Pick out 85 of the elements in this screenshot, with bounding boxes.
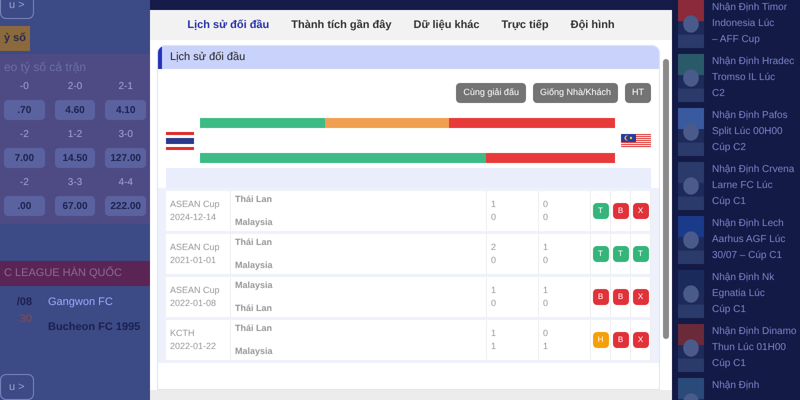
score-cell: 1 1	[487, 320, 539, 360]
news-title[interactable]: Nhận Định Timor	[712, 0, 788, 16]
score-label: 4-4	[117, 176, 134, 190]
home-team[interactable]: Gangwon FC	[48, 294, 140, 311]
score-label: -2	[18, 176, 30, 190]
news-title[interactable]: Nhận Định Pafos	[712, 108, 788, 124]
tab[interactable]: Thành tích gần đây	[291, 16, 392, 34]
score-cell: 1 0	[487, 191, 539, 231]
result-badge: T	[592, 203, 608, 219]
teams-cell: Thái Lan Malaysia	[231, 320, 487, 360]
filter-button[interactable]: Giống Nhà/Khách	[532, 83, 618, 103]
section-header: Lịch sử đối đầu	[158, 46, 659, 69]
score-cell: 0 0	[539, 191, 591, 231]
news-title[interactable]: Tromso IL Lúc	[712, 70, 794, 86]
news-title[interactable]: – AFF Cup	[712, 32, 788, 48]
news-title[interactable]: Cúp C1	[712, 194, 794, 210]
odds-button[interactable]: 7.00	[4, 148, 45, 168]
score-label: 3-3	[66, 176, 84, 190]
tab[interactable]: Dữ liệu khác	[414, 16, 480, 34]
result-badge: B	[592, 289, 608, 305]
result-badge: X	[632, 332, 648, 348]
result-badge: T	[592, 246, 608, 262]
filter-button[interactable]: HT	[625, 83, 651, 103]
match-info-cell: ASEAN Cup 2024-12-14	[166, 191, 231, 231]
odds-button[interactable]: 67.00	[54, 196, 96, 216]
teams-cell: Thái Lan Malaysia	[231, 191, 487, 231]
news-title[interactable]: Cúp C1	[712, 302, 774, 318]
result-badge: T	[632, 246, 648, 262]
match-info-cell: ASEAN Cup 2022-01-08	[166, 277, 231, 317]
news-title[interactable]: Indonesia Lúc	[712, 16, 788, 32]
odds-button[interactable]: 222.00	[105, 196, 146, 216]
filter-button[interactable]: Cùng giải đấu	[456, 83, 526, 103]
odds-button[interactable]: 4.60	[54, 100, 96, 120]
news-title[interactable]: Cúp C1	[712, 356, 796, 372]
odds-button[interactable]: 14.50	[54, 148, 96, 168]
match-info-cell: ASEAN Cup 2021-01-01	[166, 234, 231, 274]
news-title[interactable]: Nhận Định Crvena	[712, 162, 794, 178]
result-badge: B	[612, 289, 628, 305]
more-button[interactable]: u >	[0, 374, 34, 400]
tab[interactable]: Trực tiếp	[502, 16, 549, 34]
news-title[interactable]: Larne FC Lúc	[712, 178, 794, 194]
thailand-flag-icon	[166, 132, 194, 150]
teams-cell: Thái Lan Malaysia	[231, 234, 487, 274]
news-title[interactable]: Nhận Định Lech	[712, 216, 786, 232]
score-cell: 2 0	[487, 234, 539, 274]
odds-button[interactable]: 127.00	[105, 148, 146, 168]
news-title[interactable]: Split Lúc 00H00	[712, 124, 788, 140]
score-cell: 1 0	[539, 277, 591, 317]
result-badge: B	[612, 203, 628, 219]
result-badge: X	[632, 203, 648, 219]
news-title[interactable]: 30/07 – Cúp C1	[712, 248, 786, 264]
match-info-cell: KCTH 2022-01-22	[166, 320, 231, 360]
news-title[interactable]: C2	[712, 86, 794, 102]
result-badge: H	[592, 332, 608, 348]
score-label: 3-0	[117, 128, 134, 142]
score-cell: 1 0	[539, 234, 591, 274]
news-title[interactable]: Nhận Định Hradec	[712, 54, 794, 70]
news-title[interactable]: Cúp C2	[712, 140, 788, 156]
score-label: -0	[18, 80, 30, 94]
news-title[interactable]: Thun Lúc 01H00	[712, 340, 796, 356]
result-badge: B	[612, 332, 628, 348]
score-label: 2-1	[117, 80, 134, 94]
score-label: 1-2	[66, 128, 84, 142]
odds-button[interactable]: 4.10	[105, 100, 146, 120]
teams-cell: Malaysia Thái Lan	[231, 277, 487, 317]
tab[interactable]: Lịch sử đối đầu	[187, 16, 270, 34]
match-time: 30	[20, 312, 32, 327]
odds-button[interactable]: .00	[4, 196, 45, 216]
news-title[interactable]: Nhận Định Dinamo	[712, 324, 796, 340]
odds-button[interactable]: .70	[4, 100, 45, 120]
score-tab[interactable]: ỷ số	[0, 26, 30, 51]
news-title[interactable]: Nhận Định	[712, 378, 760, 394]
league-bar: C LEAGUE HÀN QUỐC	[0, 260, 150, 286]
score-cell: 1 0	[487, 277, 539, 317]
score-cell: 0 1	[539, 320, 591, 360]
score-label: -2	[18, 128, 30, 142]
news-title[interactable]: Nhận Định Nk	[712, 270, 774, 286]
tab[interactable]: Đội hình	[570, 16, 615, 34]
malaysia-flag-icon	[621, 134, 651, 148]
result-badge: X	[632, 289, 648, 305]
score-label: 2-0	[66, 80, 84, 94]
news-title[interactable]: Egnatia Lúc	[712, 286, 774, 302]
news-title[interactable]: Aarhus AGF Lúc	[712, 232, 786, 248]
result-badge: T	[612, 246, 628, 262]
more-button[interactable]: u >	[0, 0, 34, 18]
